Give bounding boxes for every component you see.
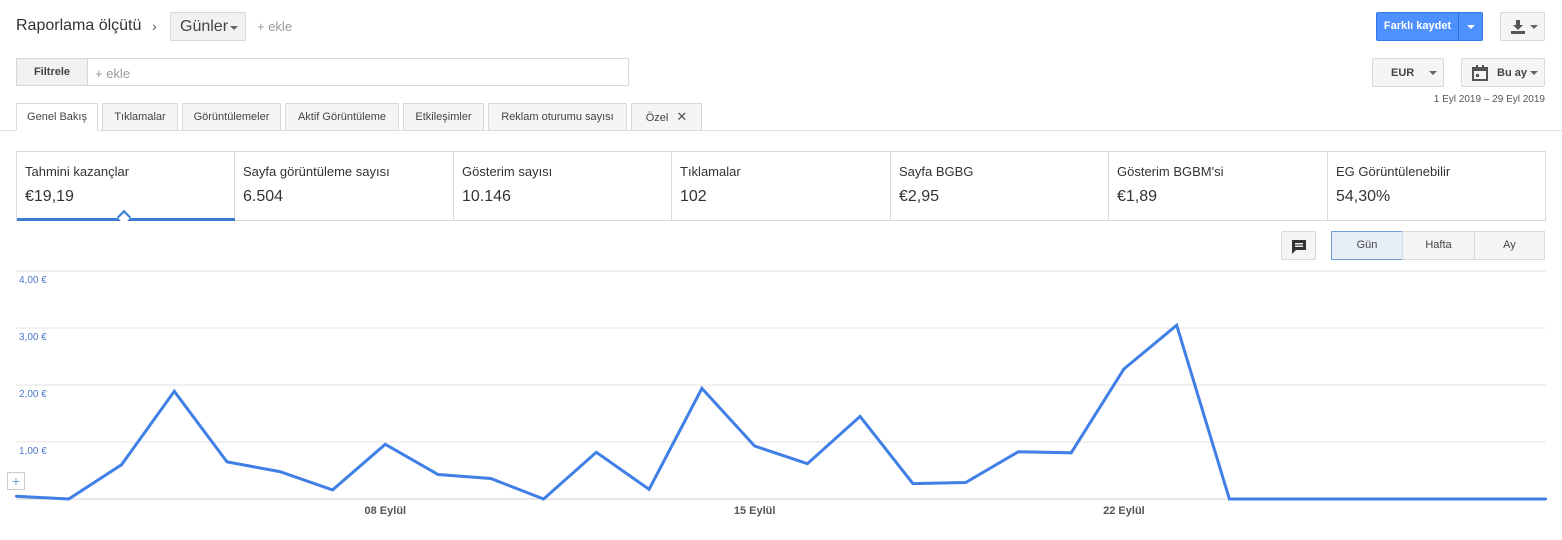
- save-as-button[interactable]: Farklı kaydet: [1376, 12, 1459, 41]
- filter-button[interactable]: Filtrele: [16, 58, 88, 86]
- y-tick-label: 2,00 €: [19, 389, 47, 400]
- scorecard-label: Sayfa BGBG: [899, 164, 974, 179]
- data-point: [647, 488, 651, 491]
- tab-interactions[interactable]: Etkileşimler: [403, 103, 484, 131]
- annotations-button[interactable]: [1281, 231, 1316, 260]
- scorecard-value: €2,95: [899, 188, 940, 205]
- scorecard-label: Gösterim BGBM'si: [1117, 164, 1224, 179]
- data-point: [173, 390, 176, 393]
- data-point: [700, 387, 704, 390]
- scorecard-impression-rpm[interactable]: Gösterim BGBM'si €1,89: [1109, 152, 1328, 220]
- scorecard-value: €19,19: [25, 188, 74, 205]
- data-point: [1069, 451, 1073, 455]
- granularity-week-button[interactable]: Hafta: [1402, 231, 1475, 260]
- scorecard-value: 10.146: [462, 188, 511, 205]
- tab-active-view[interactable]: Aktif Görüntüleme: [285, 103, 399, 131]
- data-point: [1228, 497, 1231, 501]
- chevron-down-icon: [1429, 71, 1437, 75]
- scorecard-label: EG Görüntülenebilir: [1336, 164, 1451, 179]
- scorecard-page-rpm[interactable]: Sayfa BGBG €2,95: [891, 152, 1109, 220]
- scorecard-value: 6.504: [243, 188, 284, 205]
- data-point: [806, 462, 809, 465]
- data-point: [911, 482, 915, 485]
- tab-custom-label: Özel: [645, 112, 669, 124]
- data-point: [436, 473, 440, 476]
- tab-overview[interactable]: Genel Bakış: [16, 103, 98, 131]
- data-point: [595, 451, 598, 454]
- scorecard-label: Gösterim sayısı: [462, 164, 553, 179]
- currency-label: EUR: [1391, 67, 1415, 79]
- y-tick-label: 3,00 €: [19, 332, 47, 343]
- scorecard-label: Tahmini kazançlar: [25, 164, 130, 179]
- date-preset-label: Bu ay: [1497, 67, 1527, 79]
- data-point: [67, 497, 70, 501]
- filter-add-placeholder[interactable]: + ekle: [95, 66, 130, 81]
- data-point: [120, 463, 123, 466]
- data-point: [1017, 450, 1020, 453]
- x-tick-label: 15 Eylül: [734, 505, 776, 517]
- data-point: [858, 415, 862, 418]
- data-point: [1544, 497, 1548, 501]
- x-tick-label: 08 Eylül: [365, 505, 407, 517]
- scorecard-value: 54,30%: [1336, 188, 1391, 205]
- earnings-line-chart: 1,00 € 2,00 € 3,00 € 4,00 € 08 Eylül 15 Eylül…: [14, 270, 1548, 517]
- scorecard-value: €1,89: [1117, 188, 1158, 205]
- scorecard-pageviews[interactable]: Sayfa görüntüleme sayısı 6.504: [235, 152, 454, 220]
- data-point: [964, 481, 967, 484]
- close-icon[interactable]: ✕: [676, 109, 687, 124]
- breadcrumb-chevron-icon: ›: [152, 18, 157, 34]
- scorecard-viewability[interactable]: EG Görüntülenebilir 54,30%: [1328, 152, 1545, 220]
- data-point: [1439, 497, 1442, 501]
- dimension-label: Günler: [180, 18, 229, 35]
- data-point: [14, 494, 18, 498]
- scorecard-row: Tahmini kazançlar €19,19 Sayfa görüntüle…: [16, 151, 1546, 221]
- download-icon: [1511, 20, 1525, 34]
- data-point: [225, 460, 229, 464]
- tab-clicks[interactable]: Tıklamalar: [102, 103, 178, 131]
- date-range-text: 1 Eyl 2019 – 29 Eyl 2019: [1433, 94, 1545, 105]
- data-point: [1386, 497, 1389, 501]
- data-point: [278, 470, 281, 473]
- download-button[interactable]: [1500, 12, 1545, 41]
- y-tick-label: 4,00 €: [19, 275, 47, 286]
- scorecard-impressions[interactable]: Gösterim sayısı 10.146: [454, 152, 672, 220]
- scorecard-value: 102: [680, 188, 707, 205]
- data-point: [1122, 367, 1126, 371]
- data-point: [542, 497, 545, 501]
- tab-ad-sessions[interactable]: Reklam oturumu sayısı: [488, 103, 627, 131]
- comment-icon: [1292, 240, 1306, 254]
- scorecard-label: Tıklamalar: [680, 164, 741, 179]
- chevron-down-icon: [1530, 25, 1538, 29]
- scorecard-label: Sayfa görüntüleme sayısı: [243, 164, 390, 179]
- data-point: [1281, 497, 1284, 501]
- scorecard-earnings[interactable]: Tahmini kazançlar €19,19: [17, 152, 235, 220]
- dimension-dropdown[interactable]: Günler: [170, 12, 246, 41]
- y-tick-label: 1,00 €: [19, 446, 47, 457]
- data-point: [1492, 497, 1495, 501]
- tab-views[interactable]: Görüntülemeler: [182, 103, 281, 131]
- data-point: [384, 443, 387, 446]
- x-tick-label: 22 Eylül: [1103, 505, 1145, 517]
- series-line: [15, 322, 1546, 501]
- data-point: [1175, 323, 1178, 327]
- chevron-down-icon: [1530, 71, 1538, 75]
- data-point: [753, 444, 756, 448]
- page-title: Raporlama ölçütü: [16, 17, 142, 34]
- tab-custom[interactable]: Özel ✕: [631, 103, 702, 131]
- date-preset-dropdown[interactable]: Bu ay: [1461, 58, 1545, 87]
- add-dimension-link[interactable]: + ekle: [257, 19, 292, 34]
- chevron-down-icon: [1467, 25, 1475, 29]
- currency-dropdown[interactable]: EUR: [1372, 58, 1444, 87]
- calendar-icon: [1472, 65, 1488, 81]
- add-annotation-button[interactable]: +: [7, 472, 25, 490]
- data-point: [331, 488, 334, 492]
- chevron-down-icon: [230, 26, 238, 30]
- data-point: [489, 477, 493, 480]
- data-point: [1333, 497, 1337, 501]
- granularity-month-button[interactable]: Ay: [1474, 231, 1545, 260]
- granularity-day-button[interactable]: Gün: [1331, 231, 1403, 260]
- save-options-dropdown[interactable]: [1458, 12, 1483, 41]
- scorecard-clicks[interactable]: Tıklamalar 102: [672, 152, 891, 220]
